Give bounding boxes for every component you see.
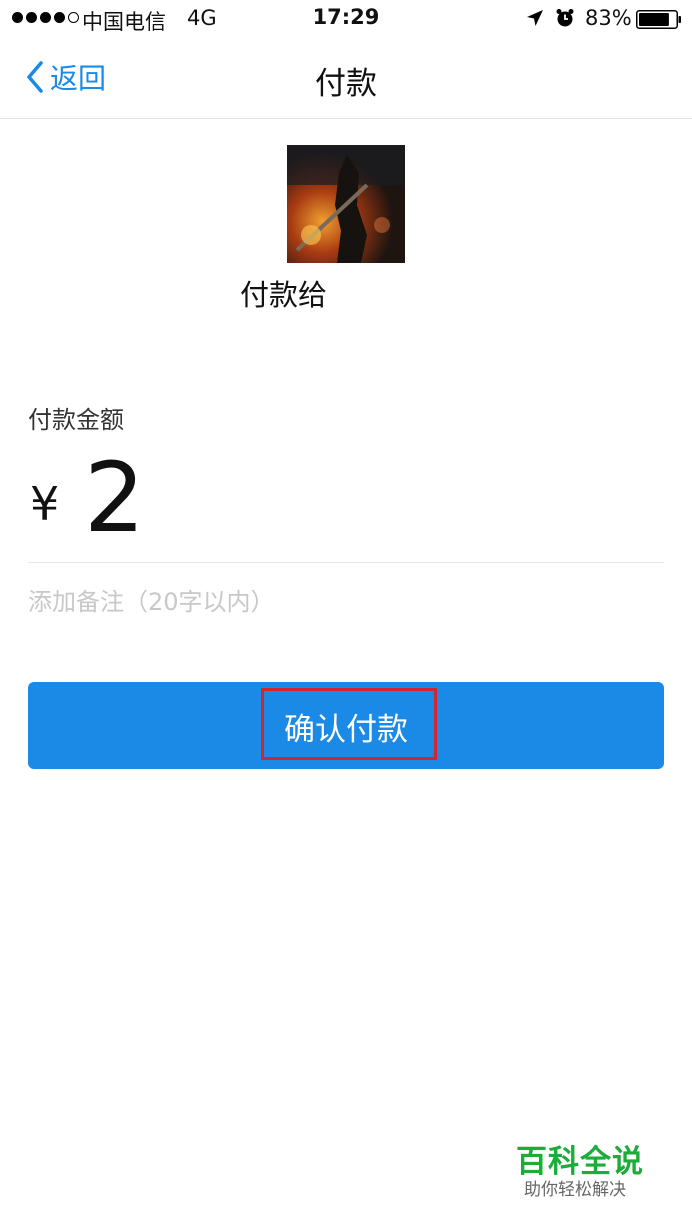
amount-label: 付款金额 (28, 406, 124, 434)
payee-avatar (287, 145, 405, 263)
navigation-bar: 返回 付款 (0, 40, 692, 119)
battery-percentage: 83% (585, 6, 632, 30)
location-arrow-icon (527, 10, 543, 26)
amount-value: 2 (84, 442, 146, 554)
battery-icon (636, 10, 681, 29)
confirm-payment-button[interactable]: 确认付款 (28, 682, 664, 769)
status-bar: 中国电信 4G 17:29 83% (0, 0, 692, 40)
divider (28, 562, 664, 563)
confirm-payment-label: 确认付款 (284, 712, 408, 748)
currency-symbol: ¥ (30, 477, 60, 531)
alarm-clock-icon (556, 9, 574, 27)
remark-input[interactable] (28, 582, 648, 622)
page-title: 付款 (315, 66, 377, 102)
watermark-subtitle: 助你轻松解决 (524, 1180, 626, 1200)
payee-label: 付款给 (240, 278, 328, 312)
